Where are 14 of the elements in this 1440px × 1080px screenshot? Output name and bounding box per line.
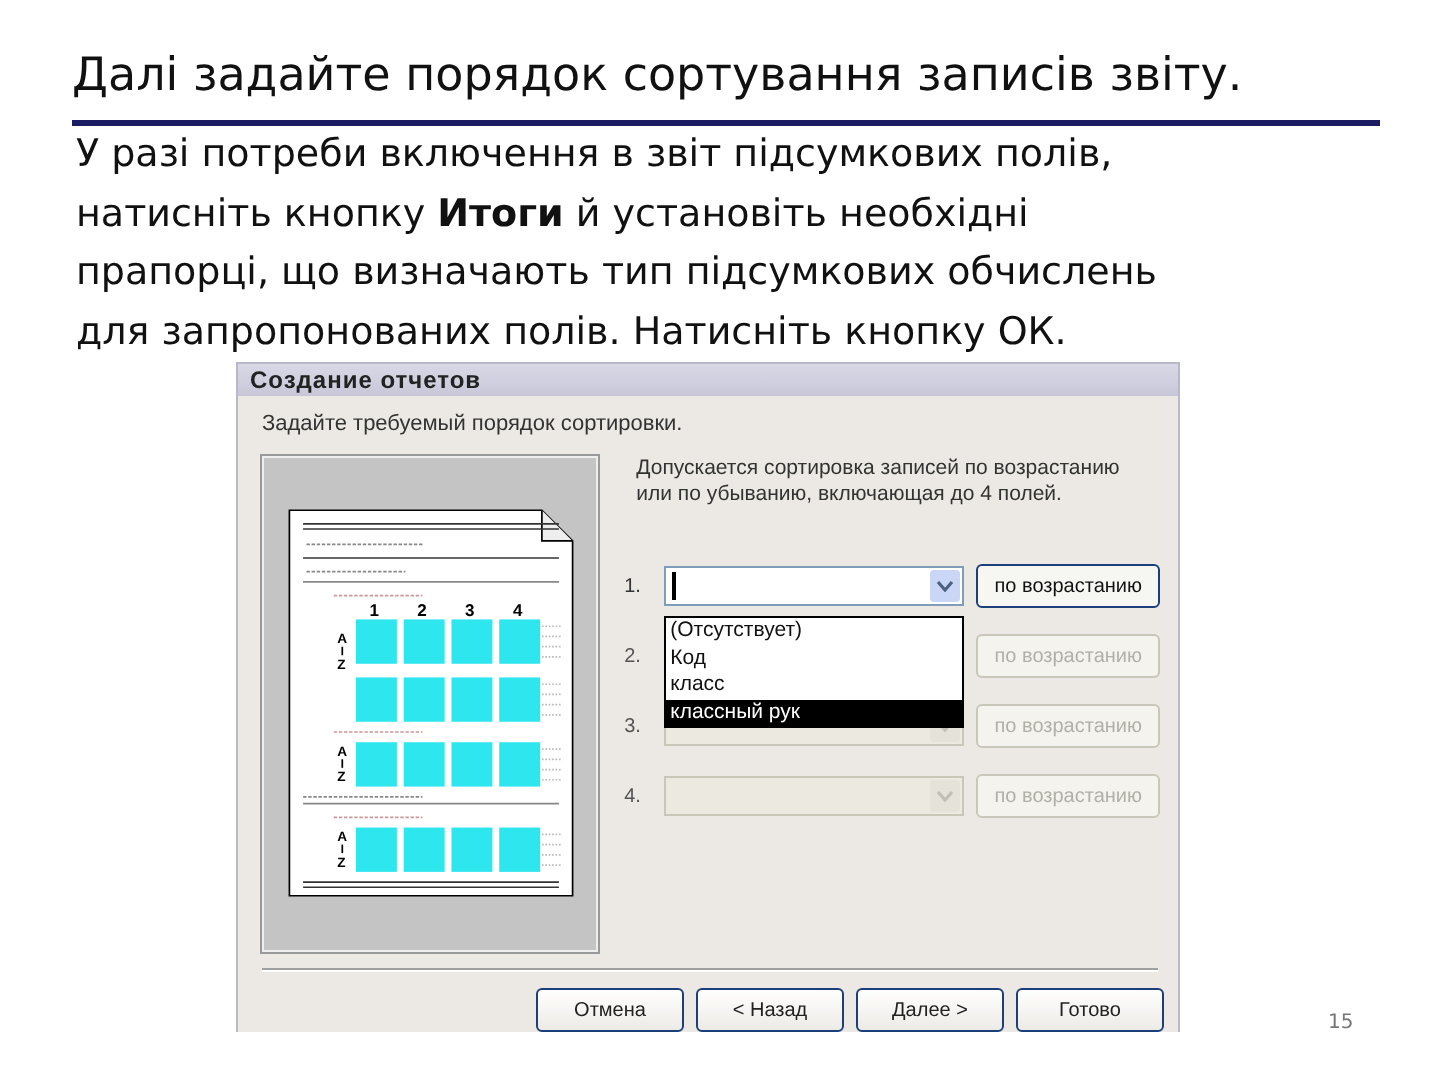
- row-number: 2.: [624, 645, 643, 668]
- column-number: 3: [464, 600, 474, 621]
- slide-title: Далі задайте порядок сортування записів звіту.: [72, 44, 1380, 126]
- dialog-title: Создание отчетов: [238, 364, 1178, 397]
- row-number: 1.: [624, 575, 643, 598]
- column-number: 1: [368, 600, 379, 621]
- page-number: 15: [1328, 1012, 1354, 1034]
- column-number: 4: [512, 600, 522, 621]
- column-number: 2: [416, 600, 426, 621]
- slide-text: У разі потреби включення в звіт підсумкових полів, натисніть кнопку Итоги й установіть необхідні прапорці, що визначають тип підсумкових обчислень для запропонованих полів. Натисніть кнопку ОК.: [76, 130, 1159, 357]
- row-number: 4.: [624, 785, 643, 808]
- row-number: 3.: [624, 715, 643, 738]
- instruction-text: Задайте требуемый порядок сортировки.: [260, 410, 685, 437]
- description-text: Допускается сортировка записей по возрастанию или по убыванию, включающая до 4 полей.: [634, 456, 1122, 509]
